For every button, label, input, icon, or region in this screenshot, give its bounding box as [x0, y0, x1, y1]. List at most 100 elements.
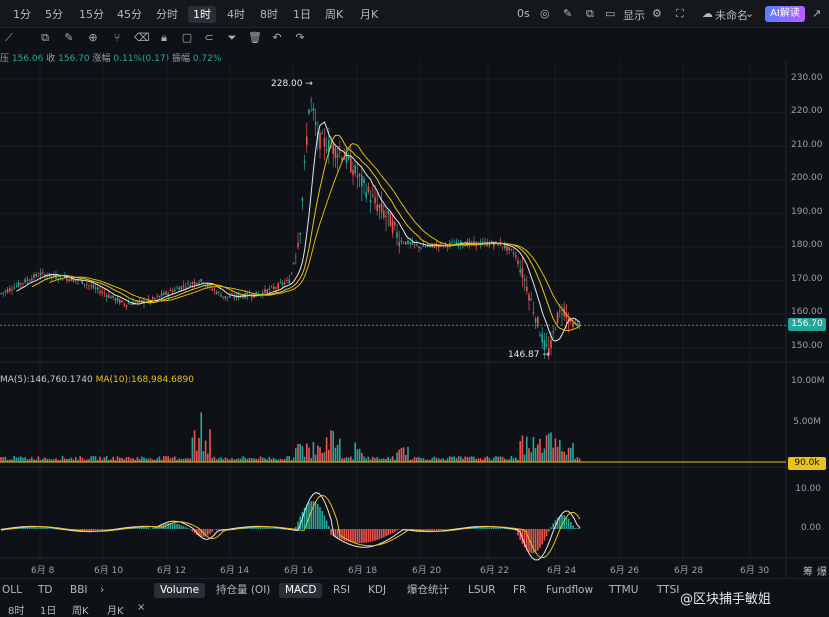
date-tick: 6月 16	[284, 566, 314, 576]
volume-bar	[292, 457, 295, 462]
candle-body	[229, 295, 231, 298]
price-chart[interactable]	[0, 0, 829, 617]
ind-lsur[interactable]: LSUR	[462, 583, 502, 598]
ind-volume[interactable]: Volume	[154, 583, 206, 598]
macd-bar	[334, 529, 337, 537]
volume-bar	[438, 458, 440, 462]
candle-body	[42, 272, 44, 273]
candle-body	[512, 252, 515, 255]
volume-bar	[299, 444, 301, 462]
macd-bar	[567, 518, 570, 529]
volume-bar	[303, 456, 306, 462]
volume-bar	[125, 457, 128, 462]
ind-macd[interactable]: MACD	[279, 583, 323, 598]
volume-bar	[468, 456, 471, 462]
candle-body	[218, 291, 220, 293]
volume-bar	[156, 458, 158, 462]
macd-bar	[108, 529, 110, 530]
volume-bar	[433, 456, 436, 462]
candle-body	[28, 280, 31, 282]
volume-bar	[147, 458, 150, 462]
candle-body	[288, 279, 290, 284]
volume-bar	[530, 452, 532, 462]
volume-bar	[358, 448, 361, 462]
candle-body	[4, 290, 7, 292]
volume-bar	[576, 457, 579, 462]
macd-bar	[259, 527, 262, 529]
volume-bar	[559, 439, 561, 462]
price-tick: 160.00	[791, 307, 823, 317]
bottom-tf-8h[interactable]: 8时	[8, 602, 24, 617]
volume-bar	[554, 438, 557, 462]
candle-body	[281, 282, 284, 285]
volume-bar	[64, 458, 66, 462]
volume-bar	[178, 458, 180, 462]
macd-bar	[97, 529, 99, 531]
macd-bar	[508, 529, 510, 530]
ind-ttmu[interactable]: TTMU	[603, 583, 644, 598]
ind-rsi[interactable]: RSI	[327, 583, 356, 598]
volume-bar	[396, 452, 398, 462]
candle-body	[264, 289, 266, 293]
candle-body	[363, 178, 365, 184]
bottom-tf-monthly[interactable]: 月K	[107, 602, 124, 617]
volume-bar	[193, 430, 196, 462]
candle-body	[400, 240, 403, 243]
candle-body	[15, 285, 18, 287]
macd-bar	[185, 527, 187, 529]
price-tick: 170.00	[791, 274, 823, 284]
volume-bar	[457, 456, 460, 462]
volume-bar	[332, 430, 334, 462]
macd-bar	[444, 529, 447, 530]
macd-bar	[438, 529, 440, 531]
candle-body	[185, 287, 187, 289]
date-tick: 6月 20	[412, 566, 442, 576]
ind-kdj[interactable]: KDJ	[362, 583, 392, 598]
volume-bar	[499, 456, 502, 462]
ind-oi[interactable]: 持仓量 (OI)	[210, 583, 276, 598]
candle-body	[92, 285, 95, 288]
macd-bar	[178, 524, 180, 529]
macd-bar	[182, 526, 185, 529]
volume-bar	[431, 457, 433, 462]
date-tick: 6月 12	[157, 566, 187, 576]
ind-bbi[interactable]: BBI	[64, 583, 94, 598]
volume-bar	[325, 437, 328, 462]
ind-liquidation[interactable]: 爆仓统计	[401, 583, 455, 598]
candle-body	[325, 149, 328, 152]
ind-fr[interactable]: FR	[507, 583, 532, 598]
macd-bar	[94, 529, 97, 531]
macd-bar	[446, 529, 449, 530]
candle-body	[402, 242, 405, 244]
candle-body	[378, 204, 381, 208]
bottom-tf-1d[interactable]: 1日	[40, 602, 56, 617]
candle-body	[33, 274, 35, 278]
chip-label[interactable]: 筹	[803, 563, 813, 578]
candle-body	[545, 344, 548, 347]
candle-body	[292, 263, 295, 265]
ind-td[interactable]: TD	[32, 583, 59, 598]
close-icon[interactable]: ×	[137, 602, 145, 613]
candle-body	[160, 293, 163, 297]
ind-boll[interactable]: OLL	[0, 583, 28, 598]
macd-bar	[398, 529, 400, 530]
macd-bar	[572, 525, 574, 529]
candle-body	[171, 290, 174, 293]
candle-body	[471, 241, 473, 244]
candle-body	[510, 249, 513, 250]
candle-body	[361, 175, 363, 187]
candle-body	[0, 293, 2, 295]
chevron-right-icon[interactable]: ›	[94, 583, 110, 598]
liquidation-label[interactable]: 爆	[817, 563, 827, 578]
bottom-tf-weekly[interactable]: 周K	[72, 602, 89, 617]
volume-ma-legend: MA(5):146,760.1740 MA(10):168,984.6890	[0, 375, 194, 385]
candle-body	[523, 279, 526, 281]
macd-bar	[325, 520, 328, 529]
candle-body	[394, 222, 396, 226]
macd-bar	[46, 528, 48, 529]
volume-bar	[237, 458, 240, 462]
macd-bar	[341, 529, 343, 540]
ind-fundflow[interactable]: Fundflow	[540, 583, 599, 598]
candle-body	[119, 299, 121, 304]
macd-bar	[55, 528, 57, 530]
